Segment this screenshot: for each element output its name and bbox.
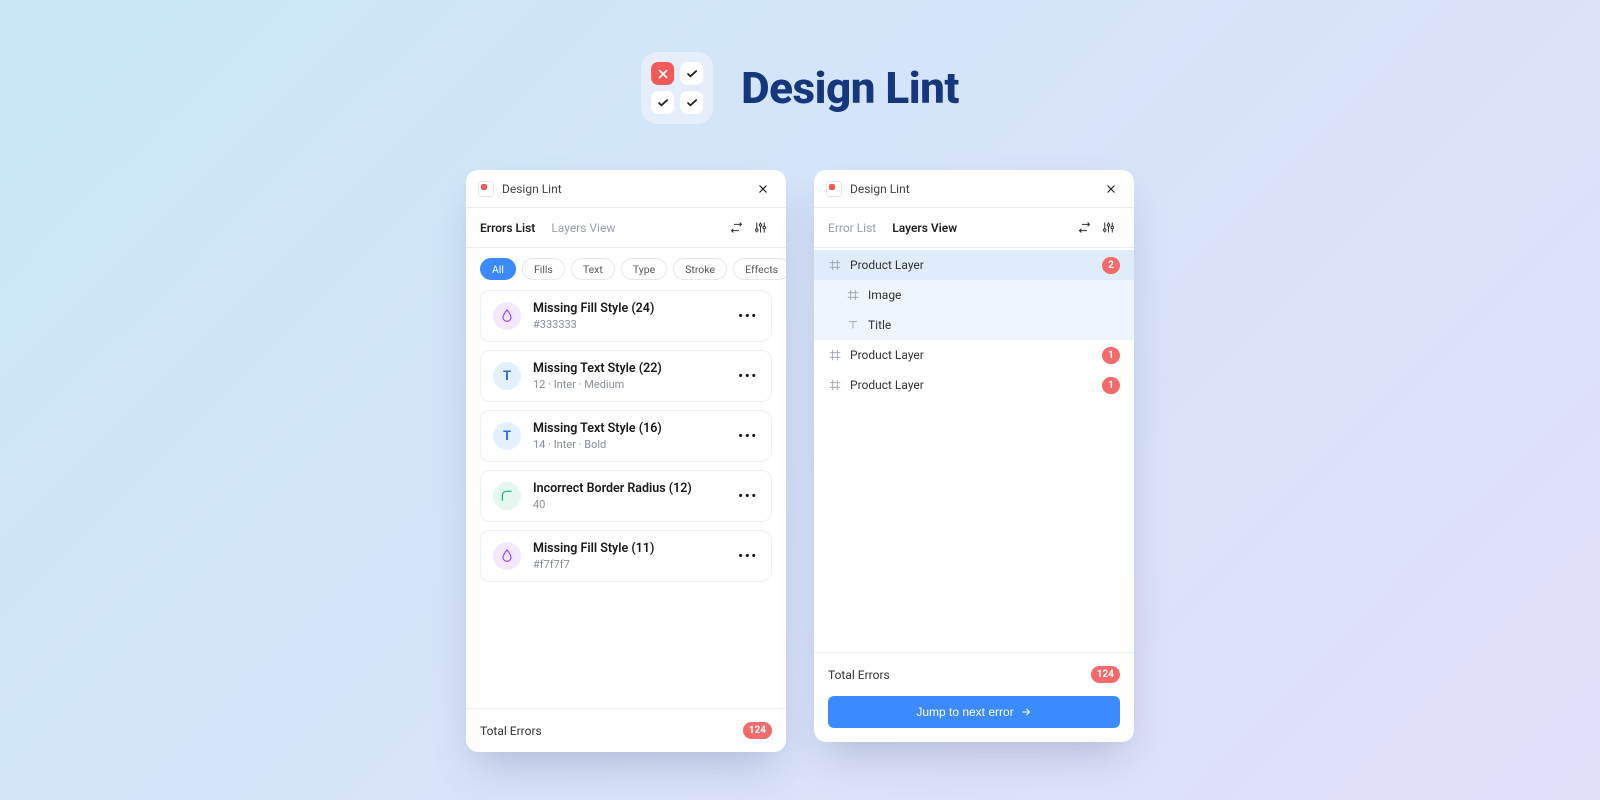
- chip-text[interactable]: Text: [571, 258, 615, 280]
- settings-icon[interactable]: [748, 216, 772, 240]
- panel-layers: Design Lint Error List Layers View Produ…: [814, 170, 1134, 742]
- error-title: Missing Fill Style (11): [533, 541, 654, 556]
- chip-stroke[interactable]: Stroke: [673, 258, 727, 280]
- error-card[interactable]: T Missing Text Style (16) 14 · Inter · B…: [480, 410, 772, 462]
- error-card[interactable]: Missing Fill Style (11) #f7f7f7 •••: [480, 530, 772, 582]
- close-button[interactable]: [1100, 178, 1122, 200]
- error-card[interactable]: Incorrect Border Radius (12) 40 •••: [480, 470, 772, 522]
- total-errors-label: Total Errors: [480, 724, 542, 738]
- layer-row[interactable]: Product Layer 2: [814, 250, 1134, 280]
- check-tile-icon: [680, 62, 703, 85]
- plugin-title: Design Lint: [502, 182, 562, 196]
- layer-row[interactable]: Title: [814, 310, 1134, 340]
- layer-row[interactable]: Image: [814, 280, 1134, 310]
- layer-error-count: 2: [1102, 257, 1120, 274]
- layer-error-count: 1: [1102, 347, 1120, 364]
- plugin-icon: [826, 181, 842, 197]
- hero: Design Lint: [641, 52, 959, 124]
- more-button[interactable]: •••: [737, 487, 759, 505]
- footer: Total Errors 124: [814, 652, 1134, 696]
- app-icon: [641, 52, 713, 124]
- error-title: Missing Text Style (22): [533, 361, 662, 376]
- frame-icon: [828, 378, 842, 392]
- fill-style-icon: [493, 302, 521, 330]
- error-sub: #f7f7f7: [533, 558, 654, 571]
- error-sub: 14 · Inter · Bold: [533, 438, 662, 451]
- x-tile-icon: [651, 62, 674, 85]
- layer-name: Image: [868, 288, 1120, 302]
- check-tile-icon: [651, 91, 674, 114]
- close-button[interactable]: [752, 178, 774, 200]
- chip-type[interactable]: Type: [621, 258, 667, 280]
- layer-name: Title: [868, 318, 1120, 332]
- tab-errors[interactable]: Errors List: [480, 221, 535, 235]
- plugin-title: Design Lint: [850, 182, 910, 196]
- error-title: Missing Text Style (16): [533, 421, 662, 436]
- tab-errors[interactable]: Error List: [828, 221, 876, 235]
- chip-fills[interactable]: Fills: [522, 258, 565, 280]
- chip-effects[interactable]: Effects: [733, 258, 786, 280]
- total-errors-count: 124: [1091, 666, 1120, 683]
- text-style-icon: T: [493, 422, 521, 450]
- stage: Design Lint Errors List Layers View All …: [466, 170, 1134, 752]
- total-errors-label: Total Errors: [828, 668, 890, 682]
- layer-error-count: 1: [1102, 377, 1120, 394]
- frame-icon: [828, 348, 842, 362]
- layer-row[interactable]: Product Layer 1: [814, 340, 1134, 370]
- tab-layers[interactable]: Layers View: [551, 221, 615, 235]
- layer-row[interactable]: Product Layer 1: [814, 370, 1134, 400]
- plugin-icon: [478, 181, 494, 197]
- frame-icon: [846, 288, 860, 302]
- error-card[interactable]: T Missing Text Style (22) 12 · Inter · M…: [480, 350, 772, 402]
- error-list: Missing Fill Style (24) #333333 ••• T Mi…: [466, 284, 786, 592]
- frame-icon: [828, 258, 842, 272]
- error-sub: 40: [533, 498, 692, 511]
- error-title: Incorrect Border Radius (12): [533, 481, 692, 496]
- fill-style-icon: [493, 542, 521, 570]
- layer-name: Product Layer: [850, 378, 1102, 392]
- titlebar: Design Lint: [814, 170, 1134, 208]
- error-sub: 12 · Inter · Medium: [533, 378, 662, 391]
- check-tile-icon: [680, 91, 703, 114]
- layer-name: Product Layer: [850, 258, 1102, 272]
- error-sub: #333333: [533, 318, 654, 331]
- footer: Total Errors 124: [466, 708, 786, 752]
- layer-tree: Product Layer 2 Image Title: [814, 248, 1134, 400]
- titlebar: Design Lint: [466, 170, 786, 208]
- text-style-icon: T: [493, 362, 521, 390]
- hero-title: Design Lint: [741, 62, 959, 114]
- jump-next-button[interactable]: Jump to next error: [828, 696, 1120, 728]
- cta-container: Jump to next error: [814, 696, 1134, 742]
- tabbar: Errors List Layers View: [466, 208, 786, 248]
- error-title: Missing Fill Style (24): [533, 301, 654, 316]
- tab-layers[interactable]: Layers View: [892, 221, 957, 235]
- filter-chips: All Fills Text Type Stroke Effects Sub P…: [466, 248, 786, 284]
- refresh-icon[interactable]: [724, 216, 748, 240]
- more-button[interactable]: •••: [737, 427, 759, 445]
- more-button[interactable]: •••: [737, 307, 759, 325]
- panel-errors: Design Lint Errors List Layers View All …: [466, 170, 786, 752]
- more-button[interactable]: •••: [737, 547, 759, 565]
- chip-all[interactable]: All: [480, 258, 516, 280]
- arrow-right-icon: [1020, 706, 1032, 718]
- refresh-icon[interactable]: [1072, 216, 1096, 240]
- settings-icon[interactable]: [1096, 216, 1120, 240]
- more-button[interactable]: •••: [737, 367, 759, 385]
- total-errors-count: 124: [743, 722, 772, 739]
- error-card[interactable]: Missing Fill Style (24) #333333 •••: [480, 290, 772, 342]
- jump-next-label: Jump to next error: [916, 705, 1013, 719]
- layer-name: Product Layer: [850, 348, 1102, 362]
- radius-icon: [493, 482, 521, 510]
- tabbar: Error List Layers View: [814, 208, 1134, 248]
- text-layer-icon: [846, 318, 860, 332]
